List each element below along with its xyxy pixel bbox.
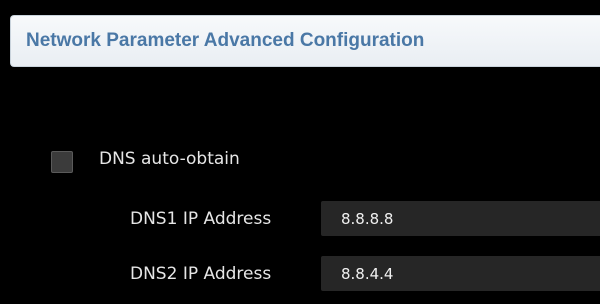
dns2-ip-label: DNS2 IP Address bbox=[130, 264, 272, 284]
dns1-ip-input[interactable] bbox=[321, 201, 600, 236]
dns-auto-obtain-checkbox[interactable] bbox=[51, 151, 73, 173]
dns2-ip-input[interactable] bbox=[321, 256, 600, 291]
screen: Network Parameter Advanced Configuration… bbox=[0, 0, 600, 304]
section-header: Network Parameter Advanced Configuration bbox=[10, 15, 600, 67]
section-title: Network Parameter Advanced Configuration bbox=[26, 30, 425, 51]
config-panel: Network Parameter Advanced Configuration… bbox=[0, 0, 600, 304]
dns-auto-obtain-label[interactable]: DNS auto-obtain bbox=[99, 149, 240, 169]
dns1-ip-label: DNS1 IP Address bbox=[130, 209, 272, 229]
